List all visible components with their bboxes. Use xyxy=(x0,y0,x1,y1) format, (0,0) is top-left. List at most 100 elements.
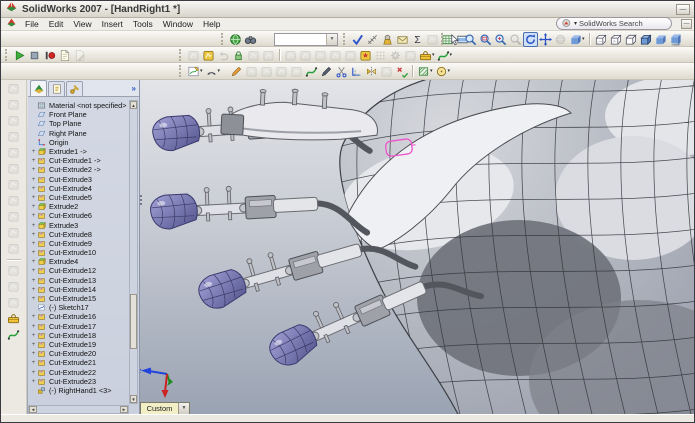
tree-vertical-scrollbar[interactable]: ▲ ▼ xyxy=(129,100,138,404)
propertymanager-tab[interactable] xyxy=(48,81,65,96)
mirror-entities[interactable] xyxy=(364,64,379,79)
tree-expander-icon[interactable]: + xyxy=(30,222,37,229)
tree-expander-icon[interactable]: + xyxy=(30,231,37,238)
exit-sketch[interactable] xyxy=(394,64,409,79)
tree-item[interactable]: +Cut-Extrude17 xyxy=(30,322,129,331)
search-box[interactable]: ▾ SolidWorks Search xyxy=(556,17,672,30)
mdi-minimize-button[interactable]: — xyxy=(681,19,692,29)
fillet[interactable] xyxy=(6,145,21,160)
scroll-right-icon[interactable]: ► xyxy=(120,406,128,413)
smart-dimension[interactable] xyxy=(204,64,219,79)
shadows-in-shaded-mode[interactable] xyxy=(668,32,683,47)
tree-item[interactable]: +Cut-Extrude21 xyxy=(30,358,129,367)
tree-item[interactable]: +Cut-Extrude1 -> xyxy=(30,156,129,165)
extruded-boss[interactable] xyxy=(186,48,201,63)
toolbar-grip[interactable] xyxy=(179,49,184,61)
lofted-boss[interactable] xyxy=(6,129,21,144)
move-entities[interactable] xyxy=(379,64,394,79)
spell-check[interactable] xyxy=(350,32,365,47)
standard-views[interactable] xyxy=(553,32,568,47)
construction-circle[interactable] xyxy=(434,64,449,79)
circular-pattern[interactable] xyxy=(328,48,343,63)
display-style[interactable] xyxy=(568,32,583,47)
tree-item[interactable]: +Cut-Extrude8 xyxy=(30,230,129,239)
toolbar-grip[interactable] xyxy=(5,49,10,61)
display-state-combo[interactable]: Custom ▼ xyxy=(140,402,190,414)
design-binder[interactable] xyxy=(395,32,410,47)
tree-expander-icon[interactable]: + xyxy=(30,148,37,155)
tree-item[interactable]: (-) RightHand1 <3> xyxy=(30,386,129,395)
tree-expander-icon[interactable]: + xyxy=(30,359,37,366)
wireframe[interactable] xyxy=(593,32,608,47)
toolbar-grip[interactable] xyxy=(441,33,446,45)
curve-tools-flyout-caret-icon[interactable]: ▾ xyxy=(450,52,453,58)
linear-pattern[interactable] xyxy=(6,241,21,256)
previous-view[interactable] xyxy=(448,32,463,47)
measure[interactable] xyxy=(365,32,380,47)
toolbar-grip[interactable] xyxy=(179,65,184,77)
tree-item[interactable]: Material <not specified> xyxy=(30,101,129,110)
centerpoint-arc[interactable] xyxy=(289,64,304,79)
shell[interactable] xyxy=(6,177,21,192)
deform[interactable] xyxy=(6,295,21,310)
display-state-dropdown-icon[interactable]: ▼ xyxy=(178,403,189,414)
toolbox[interactable] xyxy=(418,48,433,63)
tree-item[interactable]: +Cut-Extrude10 xyxy=(30,248,129,257)
convert-entities[interactable] xyxy=(349,64,364,79)
shaded[interactable] xyxy=(653,32,668,47)
menu-edit[interactable]: Edit xyxy=(44,19,69,29)
pan[interactable] xyxy=(538,32,553,47)
construction-circle-flyout-caret-icon[interactable]: ▾ xyxy=(448,68,451,74)
tree-expander-icon[interactable]: + xyxy=(30,295,37,302)
mirror-feature[interactable] xyxy=(343,48,358,63)
tree-expander-icon[interactable]: + xyxy=(30,267,37,274)
menu-window[interactable]: Window xyxy=(158,19,198,29)
revolved-boss[interactable] xyxy=(201,48,216,63)
shell[interactable] xyxy=(231,48,246,63)
tree-expander-icon[interactable]: + xyxy=(30,369,37,376)
tree-item[interactable]: +Cut-Extrude20 xyxy=(30,349,129,358)
tree-expander-icon[interactable]: + xyxy=(30,212,37,219)
tree-item[interactable]: +Cut-Extrude23 xyxy=(30,377,129,386)
panel-splitter-handle[interactable] xyxy=(140,195,143,211)
tree-expander-icon[interactable]: + xyxy=(30,332,37,339)
tree-item[interactable]: +Cut-Extrude9 xyxy=(30,239,129,248)
menu-view[interactable]: View xyxy=(68,19,96,29)
area-hatch-flyout-caret-icon[interactable]: ▾ xyxy=(430,68,433,74)
sketch[interactable] xyxy=(186,64,201,79)
check-entity[interactable] xyxy=(425,32,440,47)
tree-item[interactable]: +Cut-Extrude5 xyxy=(30,193,129,202)
menu-insert[interactable]: Insert xyxy=(97,19,128,29)
tree-item[interactable]: +Extrude3 xyxy=(30,220,129,229)
tree-item[interactable]: +Cut-Extrude19 xyxy=(30,340,129,349)
mass-properties[interactable] xyxy=(380,32,395,47)
middle-finger[interactable] xyxy=(149,179,367,244)
toolbar-grip[interactable] xyxy=(343,33,348,45)
tree-expander-icon[interactable]: + xyxy=(30,166,37,173)
tree-expander-icon[interactable]: + xyxy=(30,323,37,330)
trim-entities[interactable] xyxy=(334,64,349,79)
record-macro[interactable] xyxy=(42,48,57,63)
tree-item[interactable]: +Extrude1 -> xyxy=(30,147,129,156)
rectangle[interactable] xyxy=(259,64,274,79)
mirror[interactable] xyxy=(6,263,21,278)
curve-tools[interactable] xyxy=(436,48,451,63)
tree-item[interactable]: +Cut-Extrude15 xyxy=(30,294,129,303)
toolbox-flyout-caret-icon[interactable]: ▾ xyxy=(432,52,435,58)
chamfer[interactable] xyxy=(298,48,313,63)
scroll-down-icon[interactable]: ▼ xyxy=(130,395,137,403)
tree-expander-icon[interactable]: + xyxy=(30,176,37,183)
tree-item[interactable]: +Cut-Extrude6 xyxy=(30,211,129,220)
stop-macro[interactable] xyxy=(27,48,42,63)
minimize-button[interactable]: — xyxy=(676,4,690,15)
dome[interactable] xyxy=(6,279,21,294)
draft[interactable] xyxy=(6,209,21,224)
fillet[interactable] xyxy=(283,48,298,63)
zoom-to-fit[interactable] xyxy=(463,32,478,47)
rotate-view[interactable] xyxy=(523,32,538,47)
linear-pattern[interactable] xyxy=(313,48,328,63)
tree-expander-icon[interactable]: + xyxy=(30,258,37,265)
options[interactable] xyxy=(388,48,403,63)
run-macro[interactable] xyxy=(12,48,27,63)
search-binoculars-icon[interactable] xyxy=(243,32,258,47)
